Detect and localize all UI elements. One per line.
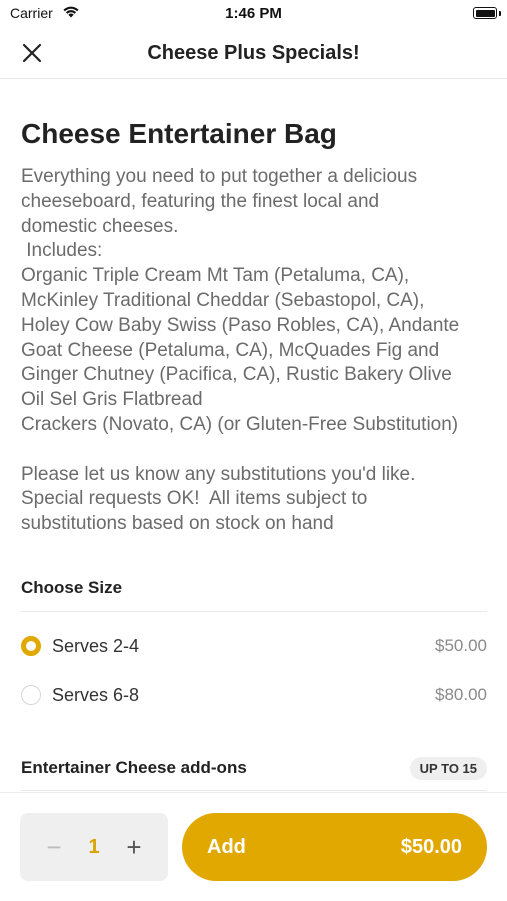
add-to-cart-button[interactable]: Add $50.00 <box>182 813 487 881</box>
decrement-button[interactable]: − <box>40 833 68 861</box>
size-option-serves-2-4[interactable]: Serves 2-4 $50.00 <box>21 626 487 666</box>
status-time: 1:46 PM <box>225 5 282 22</box>
radio-unselected-icon[interactable] <box>21 685 41 705</box>
addons-section-header: Entertainer Cheese add-ons UP TO 15 <box>21 757 487 791</box>
option-label: Serves 2-4 <box>52 635 140 656</box>
item-title: Cheese Entertainer Bag <box>21 118 337 149</box>
bottom-bar: − 1 + Add $50.00 <box>0 792 507 901</box>
option-label: Serves 6-8 <box>52 684 140 705</box>
add-button-price: $50.00 <box>400 835 462 858</box>
size-section-header: Choose Size <box>21 578 487 612</box>
battery-tip <box>499 11 501 16</box>
nav-title: Cheese Plus Specials! <box>147 42 360 64</box>
nav-bar: Cheese Plus Specials! <box>0 28 507 79</box>
addons-section-title: Entertainer Cheese add-ons <box>21 758 247 777</box>
add-button-label: Add <box>207 835 246 858</box>
battery-icon <box>473 7 497 19</box>
status-bar: Carrier 1:46 PM <box>0 0 507 28</box>
quantity-stepper: − 1 + <box>20 813 168 881</box>
size-section-title: Choose Size <box>21 578 123 597</box>
increment-button[interactable]: + <box>120 833 148 861</box>
item-description: Everything you need to put together a de… <box>21 166 460 535</box>
size-option-serves-6-8[interactable]: Serves 6-8 $80.00 <box>21 675 487 715</box>
radio-selected-icon[interactable] <box>21 636 41 656</box>
option-price: $50.00 <box>435 636 487 655</box>
option-price: $80.00 <box>435 685 487 704</box>
limit-badge: UP TO 15 <box>409 757 487 780</box>
quantity-value: 1 <box>88 835 100 858</box>
